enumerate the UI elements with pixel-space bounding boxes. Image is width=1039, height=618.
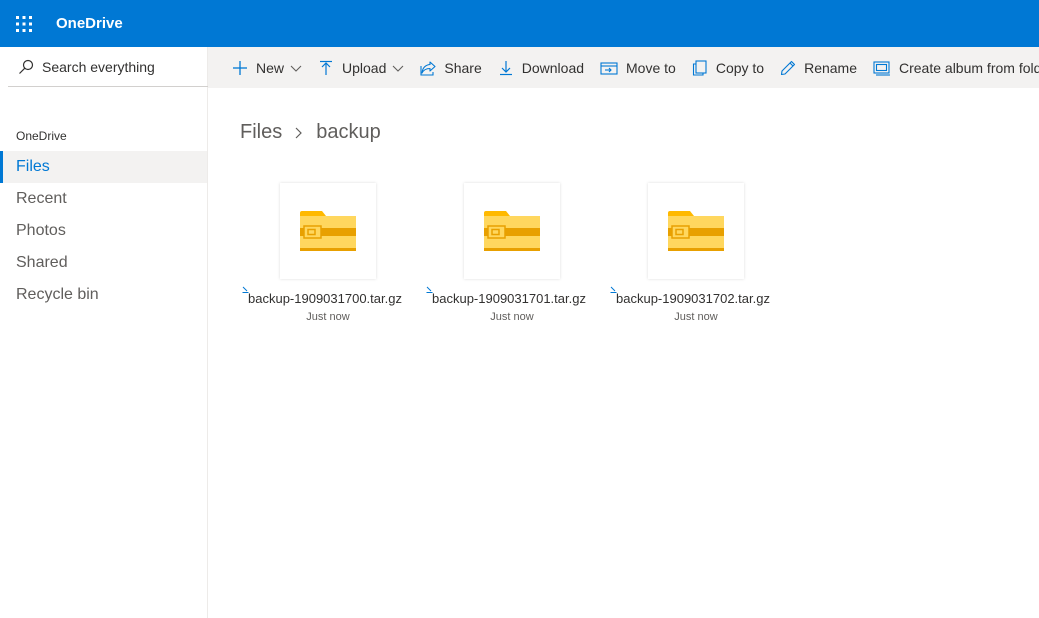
- share-icon: [420, 60, 436, 76]
- nav-item-files[interactable]: Files: [0, 151, 207, 183]
- upload-icon: [320, 60, 333, 75]
- nav-item-photos[interactable]: Photos: [0, 215, 207, 247]
- file-thumbnail[interactable]: [464, 183, 560, 279]
- move-to-icon: [600, 61, 618, 75]
- chevron-down-icon: [290, 65, 302, 72]
- nav-item-shared[interactable]: Shared: [0, 247, 207, 279]
- command-bar: New Upload Share Download Move to Copy t…: [208, 47, 1039, 88]
- nav-heading: OneDrive: [16, 129, 67, 143]
- file-tile[interactable]: backup-1909031701.tar.gz Just now: [424, 183, 600, 323]
- share-button[interactable]: Share: [412, 47, 489, 88]
- chevron-right-icon: [295, 127, 303, 138]
- chevron-down-icon: [393, 65, 404, 72]
- file-modified: Just now: [490, 311, 534, 323]
- zip-folder-icon: [668, 211, 724, 251]
- app-launcher-button[interactable]: [0, 0, 47, 47]
- copy-to-label: Copy to: [715, 59, 765, 76]
- copy-icon: [692, 59, 707, 76]
- search-box[interactable]: [8, 47, 208, 87]
- upload-label: Upload: [342, 59, 387, 76]
- nav-list: Files Recent Photos Shared Recycle bin: [0, 151, 207, 311]
- file-thumbnail[interactable]: [648, 183, 744, 279]
- file-grid: backup-1909031700.tar.gz Just now backup…: [240, 183, 792, 323]
- sidebar: OneDrive Files Recent Photos Shared Recy…: [0, 47, 208, 618]
- new-label: New: [256, 59, 285, 76]
- plus-icon: [233, 60, 247, 75]
- search-icon: [19, 59, 34, 74]
- breadcrumb-backup[interactable]: backup: [316, 121, 381, 144]
- create-album-label: Create album from folder: [899, 59, 1039, 76]
- breadcrumb-files[interactable]: Files: [240, 121, 282, 144]
- rename-button[interactable]: Rename: [772, 47, 865, 88]
- download-button[interactable]: Download: [490, 47, 592, 88]
- nav-item-recent[interactable]: Recent: [0, 183, 207, 215]
- file-name[interactable]: backup-1909031702.tar.gz: [616, 291, 780, 306]
- move-to-button[interactable]: Move to: [592, 47, 684, 88]
- file-modified: Just now: [306, 311, 350, 323]
- breadcrumb-separator: [294, 126, 304, 140]
- zip-folder-icon: [300, 211, 356, 251]
- search-input[interactable]: [42, 58, 202, 75]
- file-thumbnail[interactable]: [280, 183, 376, 279]
- download-label: Download: [521, 59, 585, 76]
- rename-label: Rename: [804, 59, 857, 76]
- copy-to-button[interactable]: Copy to: [684, 47, 772, 88]
- upload-button[interactable]: Upload: [310, 47, 412, 88]
- album-icon: [873, 60, 890, 76]
- breadcrumb: Files backup: [240, 121, 381, 144]
- file-tile[interactable]: backup-1909031700.tar.gz Just now: [240, 183, 416, 323]
- file-name[interactable]: backup-1909031700.tar.gz: [248, 291, 412, 306]
- app-title[interactable]: OneDrive: [56, 15, 123, 32]
- top-bar: OneDrive: [0, 0, 1039, 47]
- pencil-icon: [781, 60, 796, 75]
- share-label: Share: [444, 59, 482, 76]
- move-to-label: Move to: [626, 59, 676, 76]
- download-icon: [499, 60, 512, 75]
- new-button[interactable]: New: [208, 47, 310, 88]
- waffle-icon: [15, 15, 32, 32]
- file-modified: Just now: [674, 311, 718, 323]
- nav-item-recycle-bin[interactable]: Recycle bin: [0, 279, 207, 311]
- file-tile[interactable]: backup-1909031702.tar.gz Just now: [608, 183, 784, 323]
- file-name[interactable]: backup-1909031701.tar.gz: [432, 291, 596, 306]
- zip-folder-icon: [484, 211, 540, 251]
- create-album-button[interactable]: Create album from folder: [865, 47, 1039, 88]
